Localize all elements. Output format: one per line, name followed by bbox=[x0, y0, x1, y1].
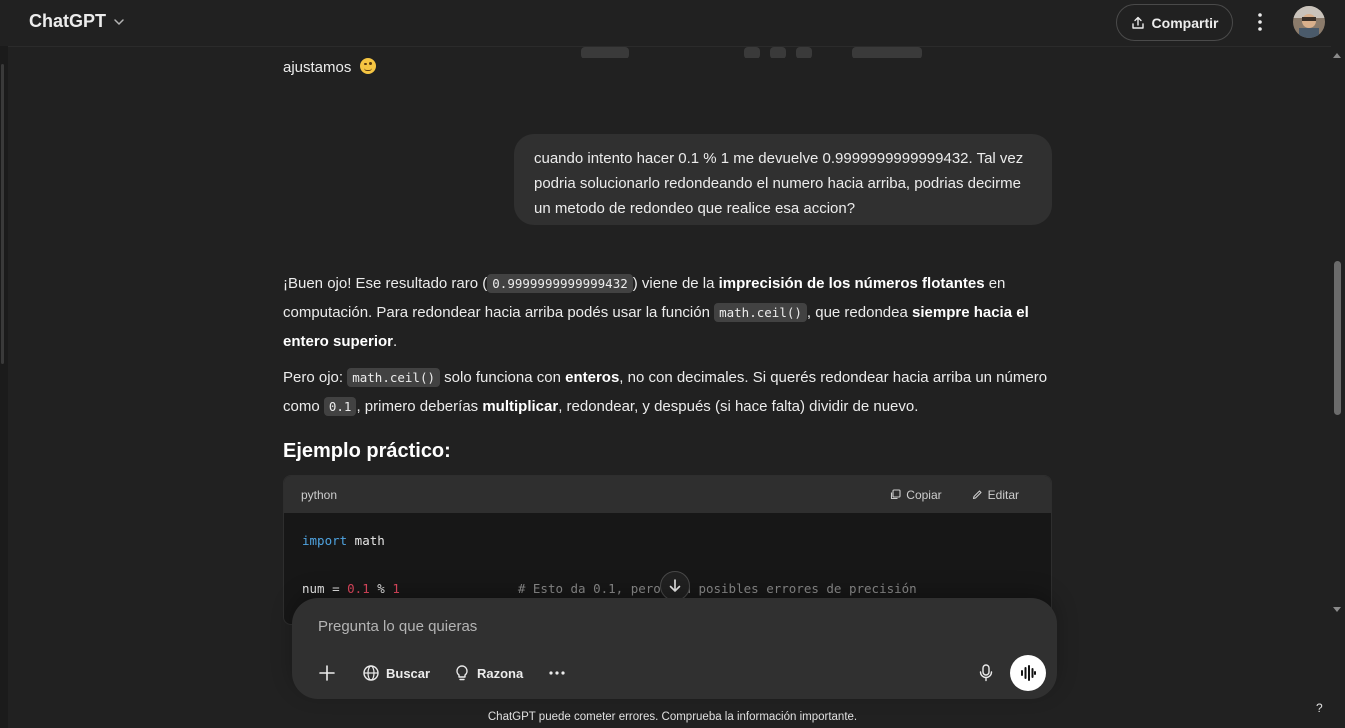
more-tools-button[interactable] bbox=[548, 660, 566, 686]
pencil-icon bbox=[972, 490, 982, 500]
text-run: . bbox=[393, 333, 398, 350]
attach-button[interactable] bbox=[318, 660, 336, 686]
inline-code: math.ceil() bbox=[347, 368, 441, 387]
globe-icon bbox=[363, 665, 379, 681]
left-sidebar-edge bbox=[0, 46, 8, 728]
bold-text: multiplicar bbox=[482, 398, 559, 415]
model-selector[interactable]: ChatGPT bbox=[29, 11, 125, 32]
code-number: 0.1 bbox=[347, 581, 370, 596]
text-run: ¡Buen ojo! Ese resultado raro ( bbox=[283, 275, 488, 292]
top-bar: ChatGPT Compartir bbox=[0, 0, 1345, 46]
code-keyword: import bbox=[302, 533, 348, 548]
search-tool-button[interactable]: Buscar bbox=[362, 660, 430, 686]
chat-scrollbar[interactable] bbox=[1331, 50, 1343, 620]
code-actions: Copiar Editar bbox=[890, 476, 1019, 513]
sidebar-scrollbar[interactable] bbox=[1, 64, 4, 364]
scroll-to-bottom-button[interactable] bbox=[660, 571, 690, 601]
scroll-thumb[interactable] bbox=[1334, 261, 1341, 415]
share-button[interactable]: Compartir bbox=[1116, 4, 1233, 41]
text-run: solo funciona con bbox=[440, 369, 566, 386]
scroll-down-arrow[interactable] bbox=[1333, 607, 1341, 612]
plus-icon bbox=[319, 665, 335, 681]
previous-message-text: ajustamos bbox=[283, 59, 352, 76]
waveform-icon bbox=[1021, 665, 1036, 681]
inline-code: 0.9999999999999432 bbox=[487, 274, 633, 293]
text-run: , primero deberías bbox=[356, 398, 483, 415]
winking-face-emoji bbox=[359, 58, 376, 74]
dictate-button[interactable] bbox=[976, 662, 996, 684]
scroll-up-arrow[interactable] bbox=[1333, 53, 1341, 58]
arrow-down-icon bbox=[669, 579, 681, 592]
prompt-input[interactable] bbox=[318, 612, 958, 640]
text-run: Pero ojo: bbox=[283, 369, 348, 386]
lightbulb-icon bbox=[456, 665, 468, 681]
bold-text: imprecisión de los números flotantes bbox=[718, 275, 985, 292]
help-button[interactable]: ? bbox=[1316, 701, 1323, 715]
avatar-image bbox=[1293, 6, 1325, 38]
message-composer: Buscar Razona bbox=[292, 598, 1057, 699]
user-avatar[interactable] bbox=[1293, 6, 1325, 38]
text-run: , redondear, y después (si hace falta) d… bbox=[558, 398, 919, 415]
copy-icon bbox=[891, 489, 901, 500]
code-operator: % bbox=[369, 581, 393, 596]
assistant-message: ¡Buen ojo! Ese resultado raro (0.9999999… bbox=[283, 269, 1053, 428]
chevron-down-icon bbox=[114, 18, 124, 25]
assistant-paragraph-1: ¡Buen ojo! Ese resultado raro (0.9999999… bbox=[283, 269, 1053, 356]
app-title: ChatGPT bbox=[29, 11, 107, 31]
reason-tool-button[interactable]: Razona bbox=[453, 660, 523, 686]
horizontal-dots-icon bbox=[549, 671, 565, 675]
reason-label: Razona bbox=[477, 665, 524, 681]
user-message-text: cuando intento hacer 0.1 % 1 me devuelve… bbox=[534, 150, 1024, 217]
bold-text: enteros bbox=[565, 369, 620, 386]
section-heading: Ejemplo práctico: bbox=[283, 440, 451, 462]
code-number: 1 bbox=[392, 581, 400, 596]
upload-icon bbox=[1131, 16, 1144, 29]
more-options-button[interactable] bbox=[1250, 11, 1270, 33]
user-message-bubble: cuando intento hacer 0.1 % 1 me devuelve… bbox=[514, 134, 1052, 225]
text-run: ) viene de la bbox=[632, 275, 719, 292]
text-run: , que redondea bbox=[806, 304, 912, 321]
edit-code-button[interactable]: Editar bbox=[972, 488, 1019, 502]
microphone-icon bbox=[979, 664, 993, 682]
inline-code: math.ceil() bbox=[714, 303, 807, 322]
inline-code: 0.1 bbox=[323, 397, 357, 416]
previous-message-cut-line bbox=[283, 46, 1053, 58]
copy-code-button[interactable]: Copiar bbox=[890, 487, 942, 502]
code-line-1: import math bbox=[302, 529, 1033, 553]
edit-label: Editar bbox=[987, 487, 1019, 502]
disclaimer-text: ChatGPT puede cometer errores. Comprueba… bbox=[487, 711, 858, 723]
code-block-header: python Copiar Editar bbox=[284, 476, 1051, 513]
assistant-paragraph-2: Pero ojo: math.ceil() solo funciona con … bbox=[283, 363, 1053, 421]
code-text: math bbox=[347, 533, 385, 548]
code-language-label: python bbox=[301, 487, 338, 502]
code-comment: # Esto da 0.1, pero con posibles errores… bbox=[517, 581, 917, 596]
voice-mode-button[interactable] bbox=[1010, 655, 1046, 691]
code-text: num = bbox=[302, 581, 348, 596]
copy-label: Copiar bbox=[906, 487, 942, 502]
search-label: Buscar bbox=[386, 665, 431, 681]
previous-message-tail: ajustamos bbox=[283, 58, 376, 76]
share-label: Compartir bbox=[1151, 14, 1219, 31]
vertical-dots-icon bbox=[1258, 13, 1262, 31]
